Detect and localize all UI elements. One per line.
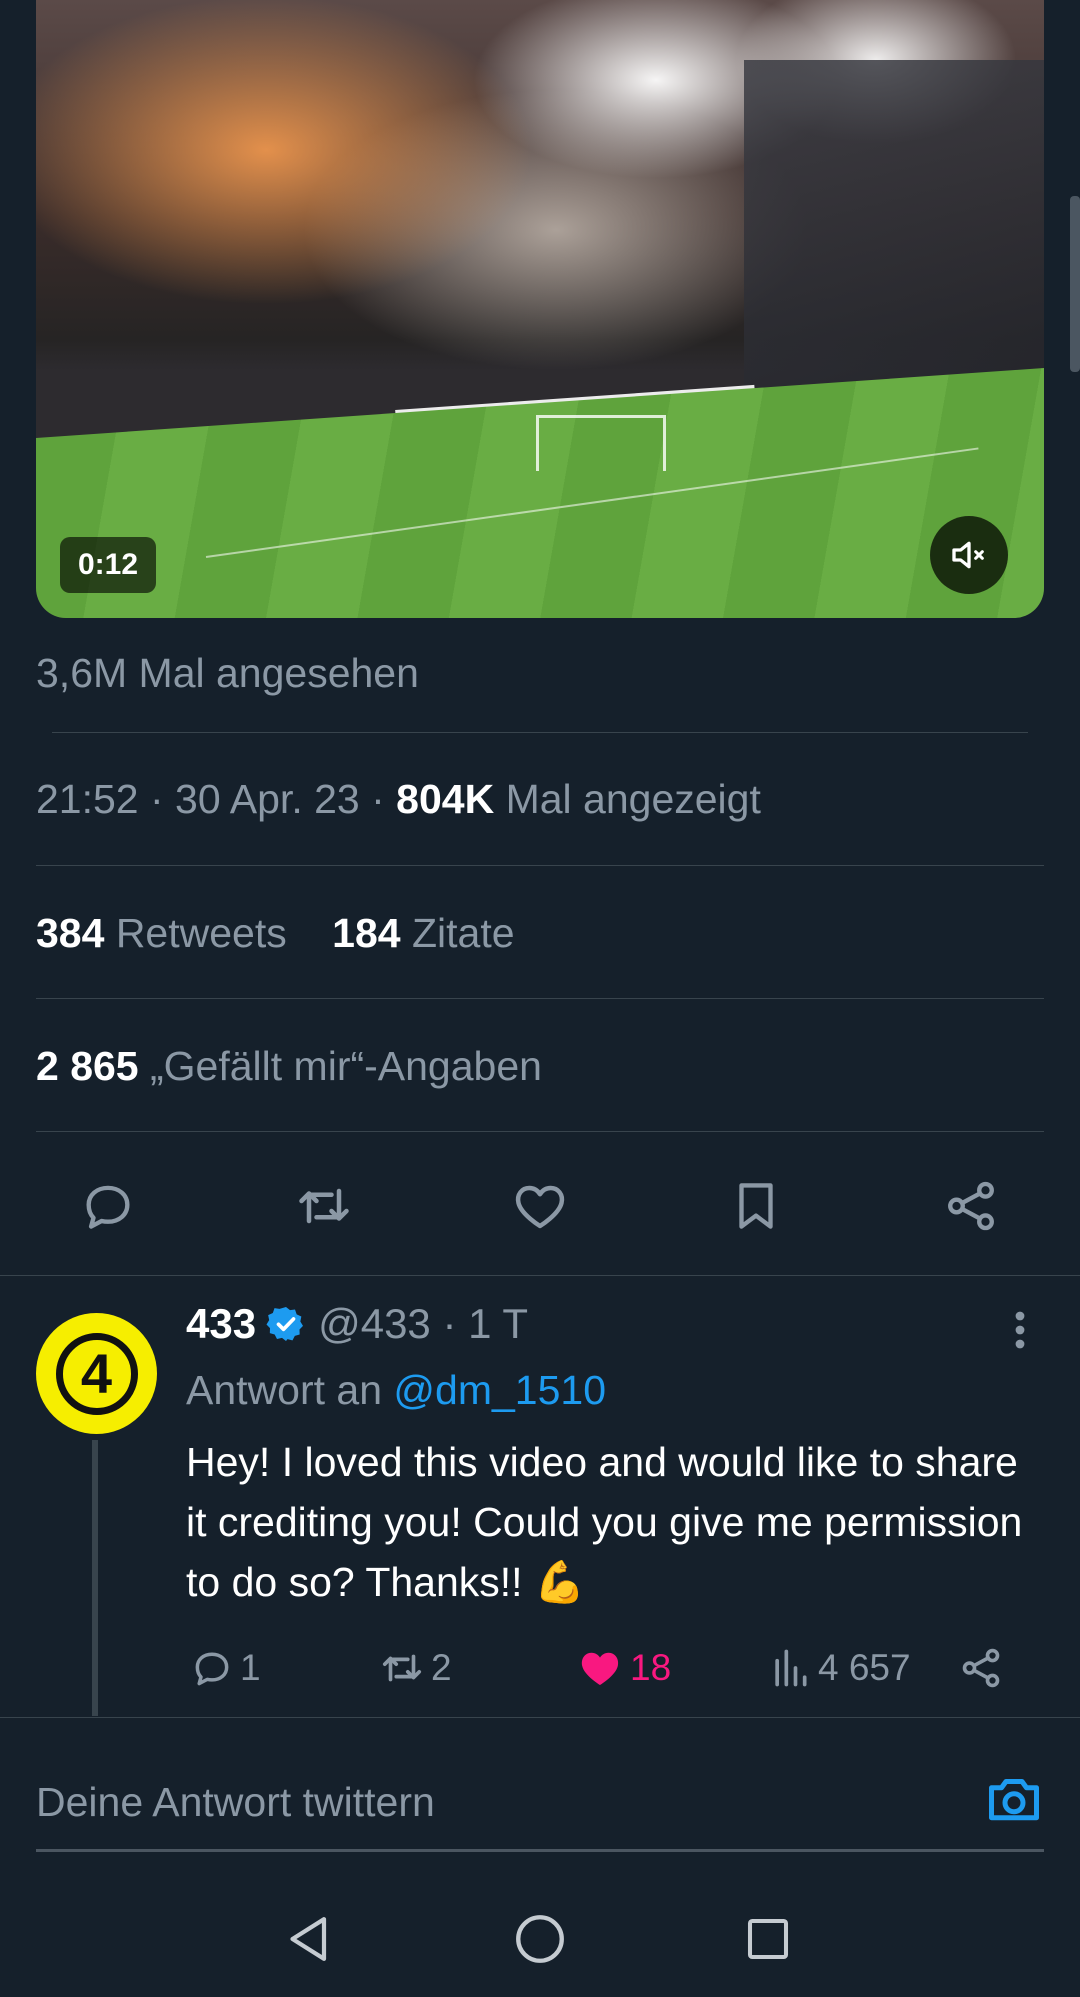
tweet-video[interactable]: STURM DECK! ALLES, WAS SCHWARZ UNERMEINE… [36,0,1044,618]
reply-icon [195,1652,229,1686]
quotes-label: Zitate [411,910,515,956]
heart-icon [515,1185,565,1229]
reply-age[interactable]: 1 T [468,1300,528,1348]
reply-to-line: Antwort an @dm_1510 [186,1367,606,1414]
impressions-label: Mal angezeigt [505,776,761,822]
more-vertical-icon [1015,1311,1025,1349]
impressions-count: 804K [396,776,495,822]
reply-retweet-count: 2 [431,1647,452,1688]
mute-button[interactable] [930,516,1008,594]
reply-reply-count: 1 [240,1647,261,1688]
reply-view-count: 4 657 [818,1647,911,1688]
reply-button[interactable] [78,1176,138,1236]
retweets-label: Retweets [115,910,287,956]
home-circle-icon [516,1915,564,1963]
divider [52,732,1028,733]
divider [36,1131,1044,1132]
nav-back-button[interactable] [275,1904,345,1974]
camera-icon [989,1779,1039,1821]
likes-count: 2 865 [36,1043,139,1089]
video-view-count: 3,6M Mal angesehen [36,650,419,696]
share-icon [948,1181,994,1231]
reply-text: Hey! I loved this video and would like t… [186,1439,1023,1605]
reply-author-name[interactable]: 433 [186,1300,256,1348]
composer-underline [36,1849,1044,1852]
likes-stat[interactable]: 2 865 „Gefällt mir“-Angaben [36,1043,542,1090]
reply-author-handle[interactable]: @433 [318,1300,431,1348]
reply-avatar[interactable]: 4 [36,1313,157,1434]
reply-icon [86,1185,130,1229]
likes-label: „Gefällt mir“-Angaben [150,1043,542,1089]
engagement-row: 384 Retweets 184 Zitate [36,910,515,957]
bookmark-button[interactable] [726,1176,786,1236]
nav-home-button[interactable] [505,1904,575,1974]
reply-author-row: 433 @433 · 1 T [186,1300,529,1348]
divider [36,865,1044,866]
retweets-stat[interactable]: 384 Retweets [36,910,287,956]
speaker-muted-icon [952,541,984,569]
reply-like-count: 18 [630,1647,672,1688]
system-navigation-bar [0,1880,1080,1997]
more-options-button[interactable] [1008,1310,1032,1350]
tweet-meta: 21:52 · 30 Apr. 23 · 804K Mal angezeigt [36,776,761,822]
video-duration-badge: 0:12 [60,537,156,593]
tweet-action-bar [0,1166,1080,1246]
share-icon [962,1648,1000,1688]
share-button[interactable] [941,1176,1001,1236]
reply-like-button[interactable]: 18 [576,1640,671,1696]
views-chart-icon [775,1649,807,1687]
tweet-time[interactable]: 21:52 [36,776,139,822]
video-stands [744,60,1044,390]
retweet-icon [299,1188,349,1224]
avatar-logo: 4 [55,1332,138,1415]
reply-share-button[interactable] [958,1640,1004,1696]
divider [36,998,1044,999]
scrollbar[interactable] [1070,196,1080,372]
retweets-count: 384 [36,910,105,956]
video-goal [536,415,666,471]
divider [0,1275,1080,1276]
reply-to-link[interactable]: @dm_1510 [393,1367,606,1413]
quotes-count: 184 [332,910,401,956]
quotes-stat[interactable]: 184 Zitate [332,910,514,956]
reply-views-button[interactable]: 4 657 [768,1640,911,1696]
reply-composer[interactable]: Deine Antwort twittern [36,1765,1044,1849]
reply-action-bar: 1 2 18 4 657 [186,1640,1046,1700]
reply-retweet-button[interactable]: 2 [379,1640,452,1696]
verified-badge-icon [266,1307,304,1341]
reply-to-prefix: Antwort an [186,1367,382,1413]
video-pitch [36,368,1044,618]
camera-button[interactable] [984,1769,1044,1829]
retweet-icon [382,1654,422,1682]
bookmark-icon [739,1183,773,1229]
recents-square-icon [747,1918,789,1960]
nav-recents-button[interactable] [733,1904,803,1974]
reply-input-placeholder[interactable]: Deine Antwort twittern [36,1779,435,1826]
reply-reply-button[interactable]: 1 [190,1640,261,1696]
retweet-button[interactable] [294,1176,354,1236]
tweet-date[interactable]: 30 Apr. 23 [175,776,360,822]
back-triangle-icon [290,1917,327,1961]
divider [0,1717,1080,1718]
like-button[interactable] [510,1176,570,1236]
heart-filled-icon [581,1652,619,1685]
thread-line [92,1440,98,1716]
